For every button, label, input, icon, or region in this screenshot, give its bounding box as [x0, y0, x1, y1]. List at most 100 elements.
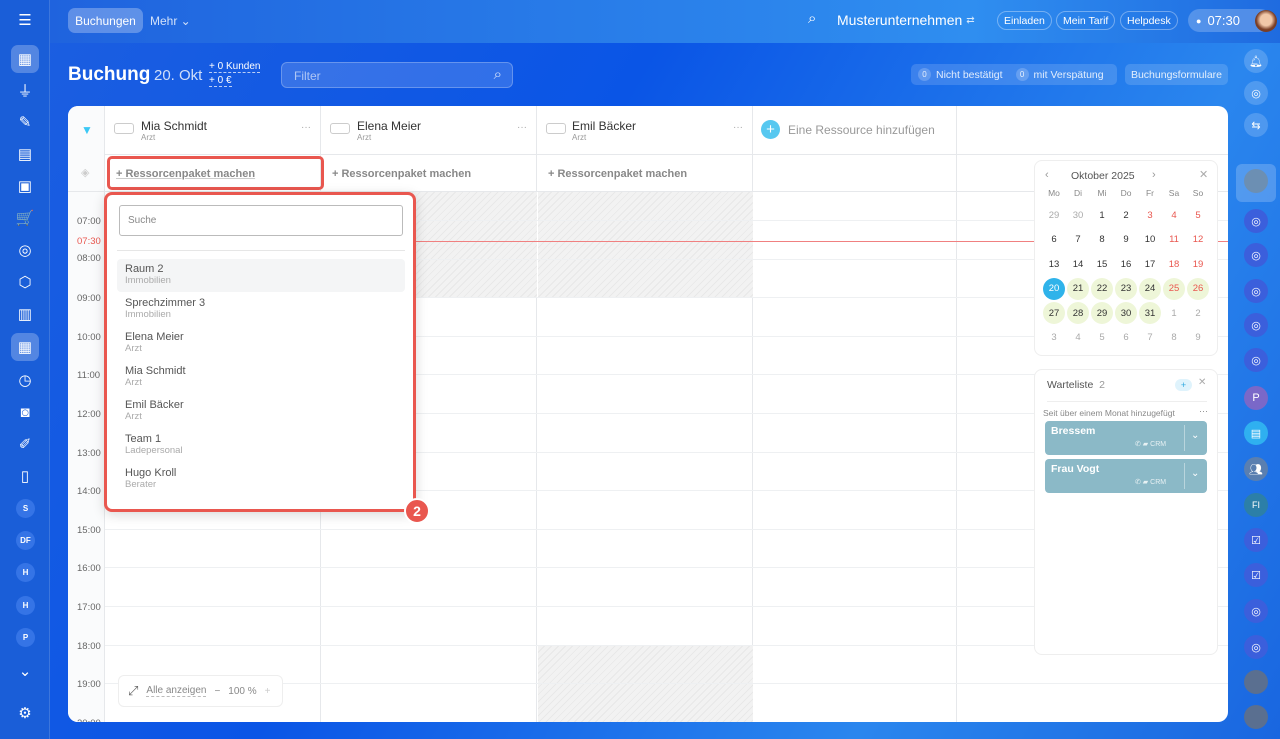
- active-contact[interactable]: [1236, 164, 1276, 202]
- presentation-icon[interactable]: ▦: [11, 45, 39, 73]
- add-waitlist-button[interactable]: +: [1175, 379, 1192, 391]
- zoom-in-button[interactable]: +: [265, 686, 271, 697]
- calendar-day[interactable]: 5: [1091, 327, 1113, 349]
- calendar-day[interactable]: 20: [1043, 277, 1065, 300]
- dropdown-item[interactable]: Emil Bäcker Arzt: [117, 395, 405, 428]
- bell-icon[interactable]: 🔔︎: [1244, 49, 1268, 73]
- calendar-day[interactable]: 30: [1115, 302, 1137, 324]
- filter-icon[interactable]: ▼: [81, 123, 93, 137]
- calendar-day[interactable]: 29: [1043, 204, 1065, 226]
- calendar-day[interactable]: 24: [1139, 277, 1161, 300]
- clients-counter[interactable]: + 0 Kunden: [209, 61, 261, 73]
- chevron-down-icon[interactable]: ⌄: [1191, 468, 1199, 479]
- box-icon[interactable]: ⬡: [11, 268, 39, 296]
- calendar-booking-icon[interactable]: ▦: [11, 333, 39, 361]
- show-all-link[interactable]: Alle anzeigen: [146, 685, 207, 697]
- calendar-day[interactable]: 2: [1187, 302, 1209, 324]
- waitlist-card[interactable]: Frau Vogt ✆ ▰ CRM ⌄: [1045, 459, 1207, 493]
- calendar-day[interactable]: 9: [1115, 229, 1137, 251]
- helpdesk-button[interactable]: Helpdesk: [1120, 11, 1178, 30]
- calendar-day[interactable]: 11: [1163, 229, 1185, 251]
- dropdown-item[interactable]: Mia Schmidt Arzt: [117, 361, 405, 394]
- calendar-day[interactable]: 9: [1187, 327, 1209, 349]
- openline-icon[interactable]: ◎: [1244, 243, 1268, 267]
- calendar-day[interactable]: 31: [1139, 302, 1161, 324]
- calendar-day[interactable]: 7: [1139, 327, 1161, 349]
- calendar-day[interactable]: 18: [1163, 253, 1185, 275]
- copilot-icon[interactable]: ◎: [1244, 81, 1268, 105]
- invite-button[interactable]: Einladen: [997, 11, 1052, 30]
- robot-icon[interactable]: ◙: [11, 398, 39, 426]
- user-avatar[interactable]: [1255, 10, 1277, 32]
- chart-icon[interactable]: ▥: [11, 300, 39, 328]
- workspace-s[interactable]: S: [16, 499, 35, 518]
- menu-icon[interactable]: ☰: [11, 6, 39, 34]
- calendar-day[interactable]: 30: [1067, 204, 1089, 226]
- search-icon[interactable]: ⌕: [808, 10, 816, 27]
- group-avatar[interactable]: 👥︎: [1244, 457, 1268, 481]
- tab-mehr[interactable]: Mehr ⌄: [150, 8, 191, 33]
- dropdown-item[interactable]: Team 1 Ladepersonal: [117, 429, 405, 462]
- calendar-day[interactable]: 22: [1091, 277, 1113, 300]
- calendar-day[interactable]: 10: [1139, 229, 1161, 251]
- waitlist-card[interactable]: Bressem ✆ ▰ CRM ⌄: [1045, 421, 1207, 455]
- group-avatar[interactable]: [1244, 705, 1268, 729]
- cart-icon[interactable]: 🛒: [11, 204, 39, 232]
- calendar-day[interactable]: 29: [1091, 302, 1113, 324]
- openline-icon[interactable]: ◎: [1244, 348, 1268, 372]
- package-button-emil[interactable]: + Ressorcenpaket machen: [548, 168, 687, 180]
- openline-icon[interactable]: ◎: [1244, 209, 1268, 233]
- openline-icon[interactable]: ◎: [1244, 635, 1268, 659]
- booking-forms-button[interactable]: Buchungsformulare: [1125, 64, 1228, 85]
- calendar-day[interactable]: 7: [1067, 229, 1089, 251]
- more-icon[interactable]: ···: [733, 122, 743, 133]
- unconfirmed-link[interactable]: Nicht bestätigt: [936, 69, 1003, 81]
- calendar-day[interactable]: 28: [1067, 302, 1089, 324]
- page-date[interactable]: 20. Okt: [154, 67, 202, 84]
- calendar-day[interactable]: 1: [1091, 204, 1113, 226]
- calendar-day[interactable]: 17: [1139, 253, 1161, 275]
- close-icon[interactable]: ✕: [1198, 377, 1206, 388]
- group-avatar[interactable]: [1244, 670, 1268, 694]
- chevron-down-icon[interactable]: ⌄: [11, 657, 39, 685]
- company-name[interactable]: Musterunternehmen ⇄: [837, 12, 975, 28]
- calendar-day[interactable]: 6: [1043, 229, 1065, 251]
- calendar-day[interactable]: 15: [1091, 253, 1113, 275]
- dropdown-item[interactable]: Elena Meier Arzt: [117, 327, 405, 360]
- calendar-day[interactable]: 8: [1163, 327, 1185, 349]
- layers-icon[interactable]: ◈: [81, 166, 89, 179]
- package-button-elena[interactable]: + Ressorcenpaket machen: [332, 168, 471, 180]
- settings-icon[interactable]: ⚙: [11, 699, 39, 727]
- openline-icon[interactable]: ◎: [1244, 313, 1268, 337]
- task-icon[interactable]: ☑: [1244, 563, 1268, 587]
- task-icon[interactable]: ☑: [1244, 528, 1268, 552]
- more-icon[interactable]: ···: [1199, 406, 1208, 416]
- dropdown-item[interactable]: Raum 2 Immobilien: [117, 259, 405, 292]
- late-link[interactable]: mit Verspätung: [1034, 69, 1104, 81]
- calendar-day[interactable]: 2: [1115, 204, 1137, 226]
- clock-icon[interactable]: ◷: [11, 366, 39, 394]
- calendar-day[interactable]: 16: [1115, 253, 1137, 275]
- dropdown-item[interactable]: Sprechzimmer 3 Immobilien: [117, 293, 405, 326]
- avatar-fi[interactable]: FI: [1244, 493, 1268, 517]
- chat-sync-icon[interactable]: ⇆: [1244, 113, 1268, 137]
- edit-doc-icon[interactable]: ✐: [11, 430, 39, 458]
- more-icon[interactable]: ···: [517, 122, 527, 133]
- calendar-day[interactable]: 3: [1043, 327, 1065, 349]
- chevron-down-icon[interactable]: ⌄: [1191, 430, 1199, 441]
- workspace-df[interactable]: DF: [16, 531, 35, 550]
- calendar-day[interactable]: 25: [1163, 277, 1185, 300]
- calendar-day[interactable]: 5: [1187, 204, 1209, 226]
- next-month-icon[interactable]: ›: [1152, 169, 1156, 181]
- calendar-day[interactable]: 13: [1043, 253, 1065, 275]
- calendar-day[interactable]: 26: [1187, 277, 1209, 300]
- more-icon[interactable]: ···: [301, 122, 311, 133]
- calendar-day[interactable]: 4: [1067, 327, 1089, 349]
- funnel-icon[interactable]: ⏚: [11, 76, 39, 104]
- calendar-day[interactable]: 12: [1187, 229, 1209, 251]
- calendar-day[interactable]: 27: [1043, 302, 1065, 324]
- document-icon[interactable]: ▯: [11, 462, 39, 490]
- tab-buchungen[interactable]: Buchungen: [68, 8, 143, 33]
- openline-icon[interactable]: ◎: [1244, 279, 1268, 303]
- filter-input[interactable]: Filter ⌕: [281, 62, 513, 88]
